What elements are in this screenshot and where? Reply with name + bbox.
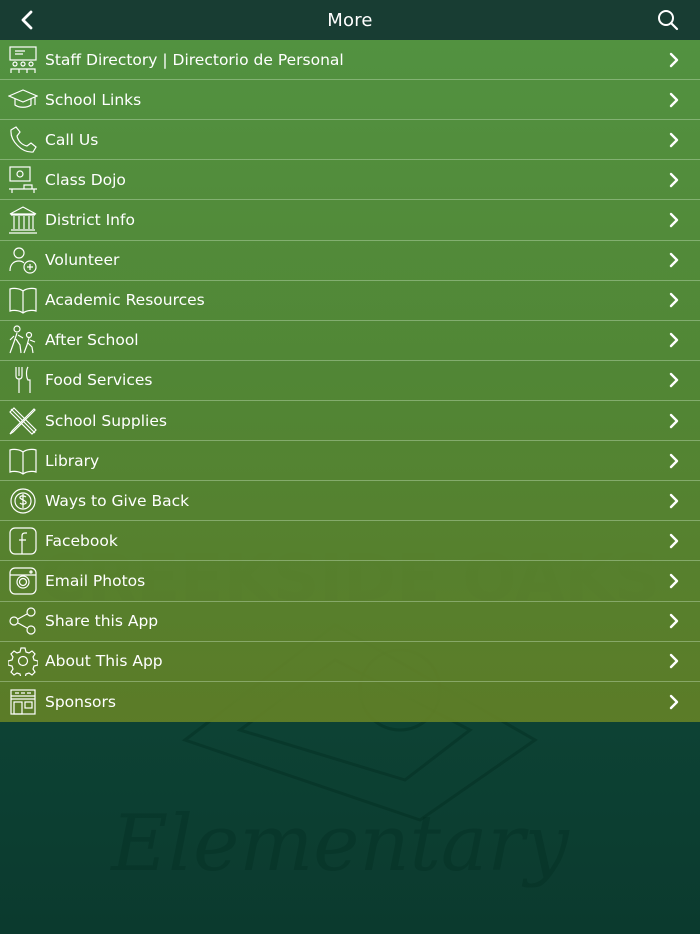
pencil-ruler-icon [9,406,37,435]
menu-item-sponsors[interactable]: Sponsors [0,682,700,722]
menu-item-label: Staff Directory | Directorio de Personal [45,50,344,69]
menu-item-ways-to-give-back[interactable]: Ways to Give Back [0,481,700,522]
menu-item-class-dojo[interactable]: Class Dojo [0,160,700,201]
menu-item-staff-directory[interactable]: Staff Directory | Directorio de Personal [0,40,700,81]
menu-item-academic-resources[interactable]: Academic Resources [0,281,700,321]
facebook-icon [9,527,37,555]
chevron-right-icon [669,694,679,709]
chevron-right-icon [669,92,679,107]
camera-icon [9,567,37,595]
phone-icon [10,125,37,153]
menu-item-label: Volunteer [45,251,120,270]
menu-item-share-this-app[interactable]: Share this App [0,602,700,642]
menu-item-after-school[interactable]: After School [0,321,700,361]
dollar-coin-icon [10,488,36,514]
menu-item-label: Facebook [45,531,118,550]
chevron-right-icon [669,52,679,67]
menu-item-label: Ways to Give Back [45,491,190,510]
page-title: More [327,9,373,31]
chevron-right-icon [669,533,679,549]
open-book-icon [9,288,37,314]
fork-knife-icon [15,367,31,394]
search-button[interactable] [654,6,682,34]
menu-item-library[interactable]: Library [0,441,700,482]
storefront-icon [10,689,36,715]
menu-item-facebook[interactable]: Facebook [0,521,700,562]
teacher-desk-icon [9,166,37,193]
back-button[interactable] [14,6,42,34]
gear-icon [8,647,38,677]
menu-item-district-info[interactable]: District Info [0,200,700,241]
menu-item-label: Email Photos [45,571,146,590]
navigation-bar: More [0,0,700,40]
more-menu-list: Staff Directory | Directorio de Personal… [0,40,700,722]
classroom-icon [9,45,37,73]
menu-item-food-services[interactable]: Food Services [0,361,700,401]
menu-item-label: Food Services [45,371,153,390]
menu-item-label: School Supplies [45,411,167,430]
menu-item-school-supplies[interactable]: School Supplies [0,401,700,442]
menu-item-label: Call Us [45,130,99,149]
chevron-right-icon [669,613,679,629]
search-icon [658,10,679,31]
menu-item-about-this-app[interactable]: About This App [0,642,700,682]
chevron-right-icon [669,212,679,228]
user-add-icon [9,247,37,274]
menu-item-volunteer[interactable]: Volunteer [0,241,700,281]
chevron-right-icon [669,293,679,308]
menu-item-school-links[interactable]: School Links [0,80,700,121]
book-icon [9,448,37,475]
chevron-right-icon [669,333,679,348]
chevron-right-icon [669,172,679,188]
menu-item-label: Share this App [45,612,159,631]
chevron-right-icon [669,493,679,508]
menu-item-label: District Info [45,210,135,229]
chevron-left-icon [21,10,33,30]
menu-item-label: Library [45,451,100,470]
menu-item-label: Academic Resources [45,291,205,310]
chevron-right-icon [669,453,679,468]
chevron-right-icon [669,252,679,268]
chevron-right-icon [669,132,679,147]
menu-item-label: Class Dojo [45,170,126,189]
menu-item-label: Sponsors [45,692,116,711]
chevron-right-icon [669,413,679,428]
menu-item-email-photos[interactable]: Email Photos [0,561,700,602]
watermark-text-bottom: Elementary [109,799,570,889]
share-icon [9,607,36,635]
menu-item-label: About This App [45,652,163,671]
chevron-right-icon [669,653,679,669]
menu-item-label: School Links [45,90,142,109]
building-columns-icon [9,206,37,234]
menu-item-call-us[interactable]: Call Us [0,120,700,161]
menu-item-label: After School [45,331,139,350]
graduation-cap-icon [8,89,38,108]
chevron-right-icon [669,573,679,589]
walking-children-icon [9,325,36,354]
chevron-right-icon [669,373,679,388]
